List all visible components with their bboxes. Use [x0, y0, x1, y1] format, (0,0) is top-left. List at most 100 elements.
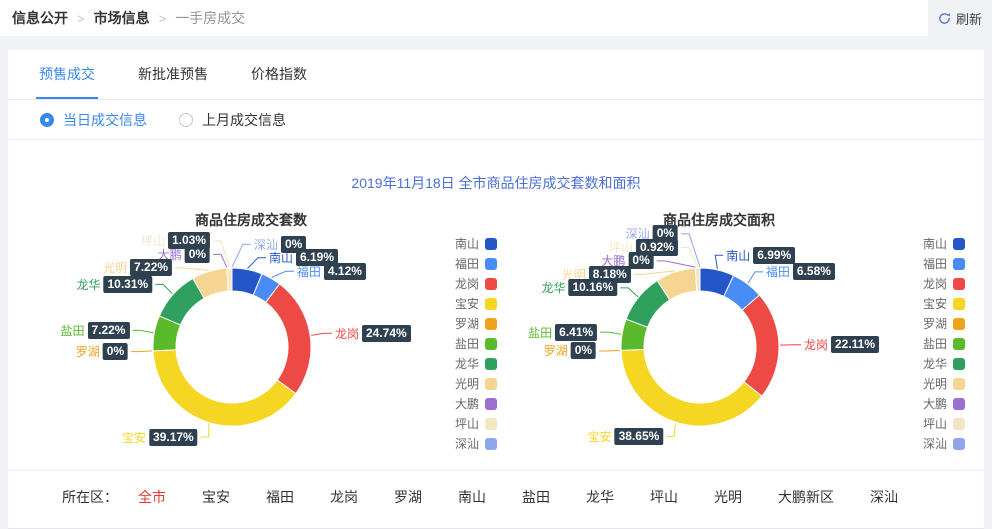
slice-label-value: 0%: [571, 342, 596, 359]
legend-swatch-icon: [953, 378, 965, 390]
slice-label: 福田6.58%: [766, 263, 835, 281]
breadcrumb-separator-icon: >: [77, 11, 85, 26]
slice-label: 罗湖0%: [544, 342, 596, 360]
pie-slice[interactable]: [742, 295, 779, 396]
legend-swatch-icon: [953, 238, 965, 250]
legend-item[interactable]: 福田: [901, 254, 965, 273]
slice-label-name: 盐田: [528, 324, 552, 341]
district-option[interactable]: 罗湖: [394, 489, 422, 505]
refresh-button[interactable]: 刷新: [928, 0, 992, 36]
legend-item[interactable]: 南山: [901, 234, 965, 253]
slice-label-value: 24.74%: [362, 325, 411, 342]
slice-label-name: 福田: [297, 263, 321, 280]
label-leader-line: [620, 288, 638, 297]
district-option[interactable]: 深汕: [870, 489, 898, 505]
legend-item[interactable]: 坪山: [901, 414, 965, 433]
district-option[interactable]: 宝安: [202, 489, 230, 505]
label-leader-line: [599, 350, 620, 351]
slice-label-value: 6.99%: [753, 247, 795, 264]
tab-price-index[interactable]: 价格指数: [248, 64, 310, 99]
period-radio-group: 当日成交信息 上月成交信息: [8, 100, 984, 140]
slice-label-value: 6.41%: [555, 324, 597, 341]
district-filter-label: 所在区：: [62, 489, 118, 505]
district-filter-row: 所在区： 全市 宝安 福田 龙岗 罗湖 南山 盐田 龙华 坪山 光明 大鹏新区 深汕: [8, 470, 984, 529]
legend-swatch-icon: [953, 398, 965, 410]
slice-label: 宝安39.17%: [122, 428, 198, 446]
legend-item[interactable]: 龙华: [901, 354, 965, 373]
slice-label-value: 22.11%: [831, 336, 879, 353]
slice-label-name: 龙岗: [335, 325, 359, 342]
refresh-icon: [938, 12, 951, 25]
legend-label: 坪山: [901, 415, 947, 432]
radio-today-label: 当日成交信息: [63, 110, 147, 130]
legend-label: 福田: [433, 255, 479, 272]
slice-label-name: 南山: [269, 249, 293, 266]
chart-legend: 南山福田龙岗宝安罗湖盐田龙华光明大鹏坪山深汕: [433, 234, 497, 454]
legend-item[interactable]: 深汕: [433, 434, 497, 453]
legend-item[interactable]: 罗湖: [901, 314, 965, 333]
legend-item[interactable]: 光明: [433, 374, 497, 393]
tab-presale-deals[interactable]: 预售成交: [36, 64, 98, 99]
pie-slice[interactable]: [227, 268, 232, 291]
legend-item[interactable]: 龙华: [433, 354, 497, 373]
legend-item[interactable]: 坪山: [433, 414, 497, 433]
legend-item[interactable]: 大鹏: [901, 394, 965, 413]
legend-item[interactable]: 龙岗: [901, 274, 965, 293]
legend-item[interactable]: 盐田: [433, 334, 497, 353]
district-option[interactable]: 光明: [714, 489, 742, 505]
legend-label: 福田: [901, 255, 947, 272]
slice-label-value: 0%: [185, 246, 210, 263]
pie-slice[interactable]: [153, 350, 296, 426]
label-leader-line: [311, 333, 332, 335]
district-option[interactable]: 大鹏新区: [778, 489, 834, 505]
legend-label: 光明: [901, 375, 947, 392]
slice-label: 福田4.12%: [297, 262, 366, 280]
slice-label-name: 罗湖: [76, 343, 100, 360]
district-option[interactable]: 南山: [458, 489, 486, 505]
label-leader-line: [666, 423, 675, 436]
legend-label: 坪山: [433, 415, 479, 432]
legend-item[interactable]: 光明: [901, 374, 965, 393]
legend-swatch-icon: [953, 298, 965, 310]
breadcrumb-link-info-disclosure[interactable]: 信息公开: [12, 8, 68, 28]
legend-item[interactable]: 龙岗: [433, 274, 497, 293]
legend-label: 龙华: [433, 355, 479, 372]
slice-label-value: 10.31%: [104, 276, 153, 293]
legend-item[interactable]: 福田: [433, 254, 497, 273]
district-option[interactable]: 龙华: [586, 489, 614, 505]
district-option[interactable]: 盐田: [522, 489, 550, 505]
legend-item[interactable]: 罗湖: [433, 314, 497, 333]
chart-deal-units-donut: 商品住房成交套数深汕0%南山6.19%福田4.12%龙岗24.74%坪山1.03…: [26, 202, 496, 470]
slice-label: 龙岗22.11%: [804, 336, 879, 354]
chart-legend: 南山福田龙岗宝安罗湖盐田龙华光明大鹏坪山深汕: [901, 234, 965, 454]
pie-slice[interactable]: [621, 349, 762, 426]
slice-label-name: 龙岗: [804, 336, 828, 353]
slice-label-name: 宝安: [122, 429, 146, 446]
legend-label: 罗湖: [901, 315, 947, 332]
district-option[interactable]: 福田: [266, 489, 294, 505]
slice-label: 南山6.99%: [726, 246, 795, 264]
district-option[interactable]: 坪山: [650, 489, 678, 505]
label-leader-line: [232, 244, 251, 267]
radio-today-deals[interactable]: 当日成交信息: [40, 110, 147, 130]
legend-item[interactable]: 宝安: [433, 294, 497, 313]
legend-item[interactable]: 深汕: [901, 434, 965, 453]
slice-label: 罗湖0%: [76, 343, 128, 361]
legend-item[interactable]: 大鹏: [433, 394, 497, 413]
legend-swatch-icon: [953, 278, 965, 290]
pie-slice[interactable]: [266, 284, 311, 394]
legend-swatch-icon: [953, 418, 965, 430]
slice-label-value: 0%: [628, 252, 653, 269]
pie-slice[interactable]: [695, 268, 700, 291]
district-option[interactable]: 龙岗: [330, 489, 358, 505]
legend-item[interactable]: 宝安: [901, 294, 965, 313]
radio-last-month-deals[interactable]: 上月成交信息: [179, 110, 286, 130]
legend-item[interactable]: 盐田: [901, 334, 965, 353]
slice-label-name: 龙华: [541, 279, 565, 296]
legend-item[interactable]: 南山: [433, 234, 497, 253]
breadcrumb-separator-icon: >: [159, 11, 167, 26]
tab-new-approved-presale[interactable]: 新批准预售: [135, 64, 211, 99]
breadcrumb-link-market-info[interactable]: 市场信息: [94, 8, 150, 28]
legend-label: 深汕: [433, 435, 479, 452]
district-option[interactable]: 全市: [138, 489, 166, 505]
